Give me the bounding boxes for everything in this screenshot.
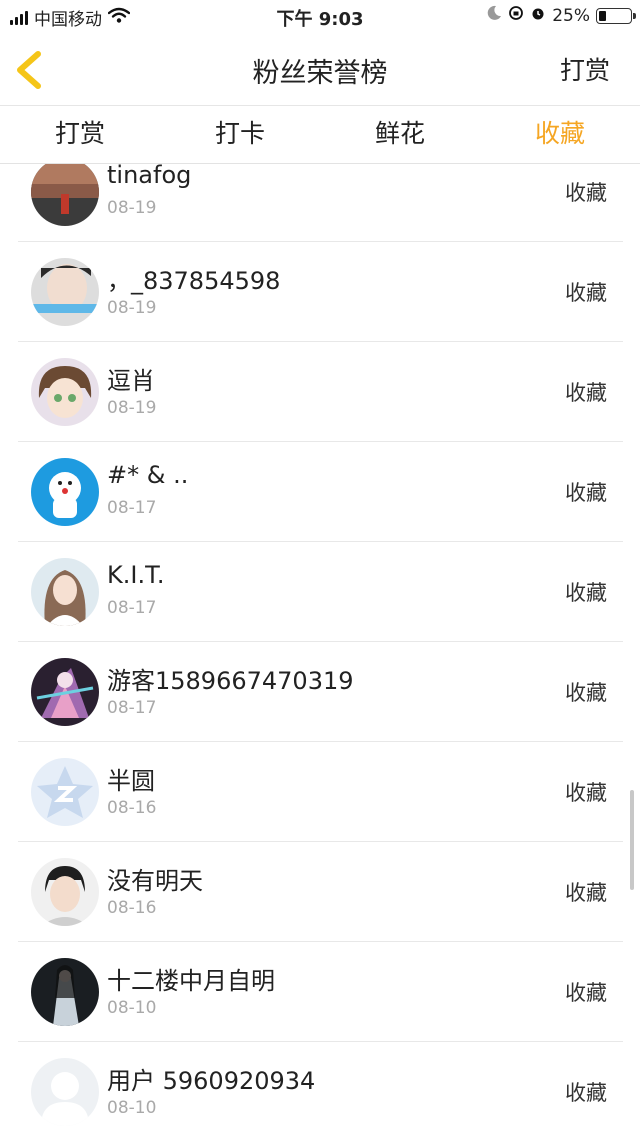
tab-bar: 打赏 打卡 鲜花 收藏: [0, 106, 640, 164]
tab-checkin[interactable]: 打卡: [160, 106, 320, 163]
avatar[interactable]: [31, 558, 99, 626]
moon-icon: [486, 5, 502, 26]
user-name: K.I.T.: [107, 561, 165, 589]
user-name: 十二楼中月自明: [107, 967, 275, 995]
item-date: 08-16: [107, 898, 157, 918]
item-date: 08-17: [107, 698, 157, 718]
fan-list[interactable]: tinafog 08-19 收藏 ，_837854598 08-19 收藏 逗肖…: [0, 164, 640, 1138]
favorite-label: 收藏: [565, 381, 607, 405]
favorite-label: 收藏: [565, 181, 607, 205]
avatar[interactable]: [31, 358, 99, 426]
orientation-lock-icon: [508, 5, 524, 26]
reward-button[interactable]: 打赏: [560, 51, 610, 87]
user-name: tinafog: [107, 164, 192, 189]
avatar[interactable]: [31, 658, 99, 726]
list-item[interactable]: #* & .. 08-17 收藏: [18, 442, 623, 542]
item-date: 08-16: [107, 798, 157, 818]
tab-flowers[interactable]: 鲜花: [320, 106, 480, 163]
avatar[interactable]: [31, 758, 99, 826]
favorite-label: 收藏: [565, 481, 607, 505]
avatar[interactable]: [31, 1058, 99, 1126]
nav-bar: 粉丝荣誉榜 打赏: [0, 34, 640, 106]
list-item[interactable]: ，_837854598 08-19 收藏: [18, 242, 623, 342]
battery-icon: [596, 7, 636, 24]
item-date: 08-19: [107, 398, 157, 418]
list-item[interactable]: 用户 5960920934 08-10 收藏: [18, 1042, 623, 1138]
favorite-label: 收藏: [565, 781, 607, 805]
user-name: 逗肖: [107, 367, 155, 395]
list-item[interactable]: 十二楼中月自明 08-10 收藏: [18, 942, 623, 1042]
avatar[interactable]: [31, 458, 99, 526]
favorite-label: 收藏: [565, 1081, 607, 1105]
avatar[interactable]: [31, 164, 99, 226]
user-name: #* & ..: [107, 461, 189, 489]
page-title: 粉丝荣誉榜: [252, 58, 388, 89]
item-date: 08-17: [107, 498, 157, 518]
item-date: 08-10: [107, 1098, 157, 1118]
battery-percent: 25%: [552, 5, 590, 26]
list-item[interactable]: 没有明天 08-16 收藏: [18, 842, 623, 942]
list-item[interactable]: 逗肖 08-19 收藏: [18, 342, 623, 442]
item-date: 08-17: [107, 598, 157, 618]
user-name: 没有明天: [107, 867, 203, 895]
favorite-label: 收藏: [565, 981, 607, 1005]
favorite-label: 收藏: [565, 581, 607, 605]
user-name: 半圆: [107, 767, 155, 795]
tab-favorites[interactable]: 收藏: [480, 106, 640, 163]
user-name: 游客1589667470319: [107, 667, 354, 695]
list-item[interactable]: 半圆 08-16 收藏: [18, 742, 623, 842]
tab-reward[interactable]: 打赏: [0, 106, 160, 163]
scrollbar[interactable]: [630, 790, 634, 890]
avatar[interactable]: [31, 958, 99, 1026]
status-bar: 中国移动 下午 9:03 25%: [0, 0, 640, 34]
favorite-label: 收藏: [565, 881, 607, 905]
favorite-label: 收藏: [565, 681, 607, 705]
user-name: ，_837854598: [107, 267, 281, 295]
avatar[interactable]: [31, 258, 99, 326]
avatar[interactable]: [31, 858, 99, 926]
list-item[interactable]: 游客1589667470319 08-17 收藏: [18, 642, 623, 742]
item-date: 08-10: [107, 998, 157, 1018]
item-date: 08-19: [107, 198, 157, 218]
list-item[interactable]: K.I.T. 08-17 收藏: [18, 542, 623, 642]
list-item[interactable]: tinafog 08-19 收藏: [18, 164, 623, 242]
favorite-label: 收藏: [565, 281, 607, 305]
item-date: 08-19: [107, 298, 157, 318]
alarm-icon: [530, 5, 546, 26]
user-name: 用户 5960920934: [107, 1067, 316, 1095]
